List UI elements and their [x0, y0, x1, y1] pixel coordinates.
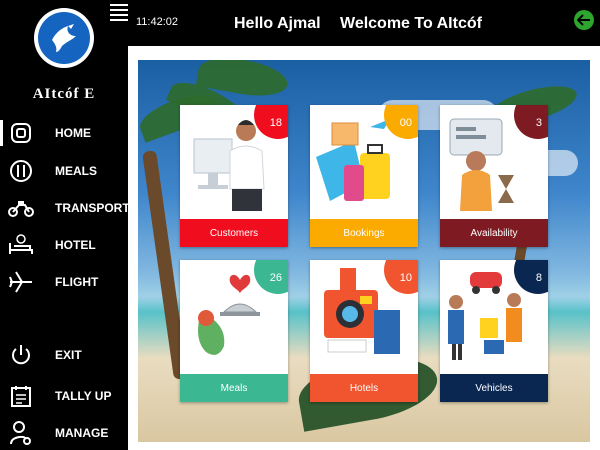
bookings-count: 00 — [399, 117, 412, 129]
sidebar-item-meals[interactable]: MEALS — [0, 156, 128, 186]
top-bar: 11:42:02 Hello Ajmal Welcome To AItcóf — [110, 0, 600, 46]
sidebar-item-label: TRANSPORT — [55, 201, 130, 215]
greeting-text: Hello Ajmal — [234, 15, 321, 32]
meals-count: 26 — [269, 272, 282, 284]
calendar-list-icon — [8, 383, 34, 409]
back-button[interactable] — [574, 10, 594, 30]
availability-count: 3 — [535, 117, 542, 129]
sidebar-item-label: TALLY UP — [55, 389, 112, 403]
hamburger-menu-icon[interactable] — [110, 4, 128, 21]
airplane-icon — [8, 269, 34, 295]
hotels-card[interactable]: 10 Hotels — [310, 260, 418, 402]
bookings-card[interactable]: 00 Bookings — [310, 105, 418, 247]
meals-label: Meals — [180, 374, 288, 402]
hotels-count: 10 — [399, 272, 412, 284]
sidebar: AItcóf E HOME MEALS TRANSPORT HOTEL FLIG… — [0, 0, 130, 450]
availability-card[interactable]: 3 Availability — [440, 105, 548, 247]
sidebar-item-label: EXIT — [55, 348, 82, 362]
clock: 11:42:02 — [136, 16, 179, 28]
vehicles-card[interactable]: 8 Vehicles — [440, 260, 548, 402]
sidebar-item-label: MEALS — [55, 164, 97, 178]
active-indicator — [0, 120, 3, 146]
arrow-left-icon — [577, 14, 590, 26]
power-icon — [8, 342, 34, 368]
sidebar-item-home[interactable]: HOME — [0, 118, 128, 148]
meals-icon — [8, 158, 34, 184]
meals-card[interactable]: 26 Meals — [180, 260, 288, 402]
dove-icon — [52, 24, 76, 52]
customers-card[interactable]: 18 Customers — [180, 105, 288, 247]
customers-count: 18 — [269, 117, 282, 129]
brand-name: AItcóf E — [32, 86, 96, 102]
home-icon — [8, 120, 34, 146]
sidebar-item-label: MANAGE — [55, 426, 109, 440]
availability-label: Availability — [440, 219, 548, 247]
sidebar-item-tally-up[interactable]: TALLY UP — [0, 381, 128, 411]
bookings-label: Bookings — [310, 219, 418, 247]
bed-icon — [8, 232, 34, 258]
sidebar-item-transport[interactable]: TRANSPORT — [0, 193, 130, 223]
motorbike-icon — [8, 195, 34, 221]
vehicles-count: 8 — [535, 272, 542, 284]
app-logo — [34, 8, 94, 68]
welcome-text: Welcome To AItcóf — [340, 15, 482, 32]
sidebar-item-label: HOTEL — [55, 238, 96, 252]
sidebar-item-flight[interactable]: FLIGHT — [0, 267, 128, 297]
customers-label: Customers — [180, 219, 288, 247]
sidebar-item-exit[interactable]: EXIT — [0, 340, 128, 370]
sidebar-item-label: HOME — [55, 126, 91, 140]
beach-background-image: 18 Customers 00 Bookings 3 Availability … — [138, 60, 590, 442]
main-content: 18 Customers 00 Bookings 3 Availability … — [128, 46, 600, 450]
sidebar-item-manage[interactable]: MANAGE — [0, 418, 128, 448]
sidebar-item-hotel[interactable]: HOTEL — [0, 230, 128, 260]
sidebar-item-label: FLIGHT — [55, 275, 99, 289]
user-gear-icon — [8, 420, 34, 446]
vehicles-label: Vehicles — [440, 374, 548, 402]
hotels-label: Hotels — [310, 374, 418, 402]
